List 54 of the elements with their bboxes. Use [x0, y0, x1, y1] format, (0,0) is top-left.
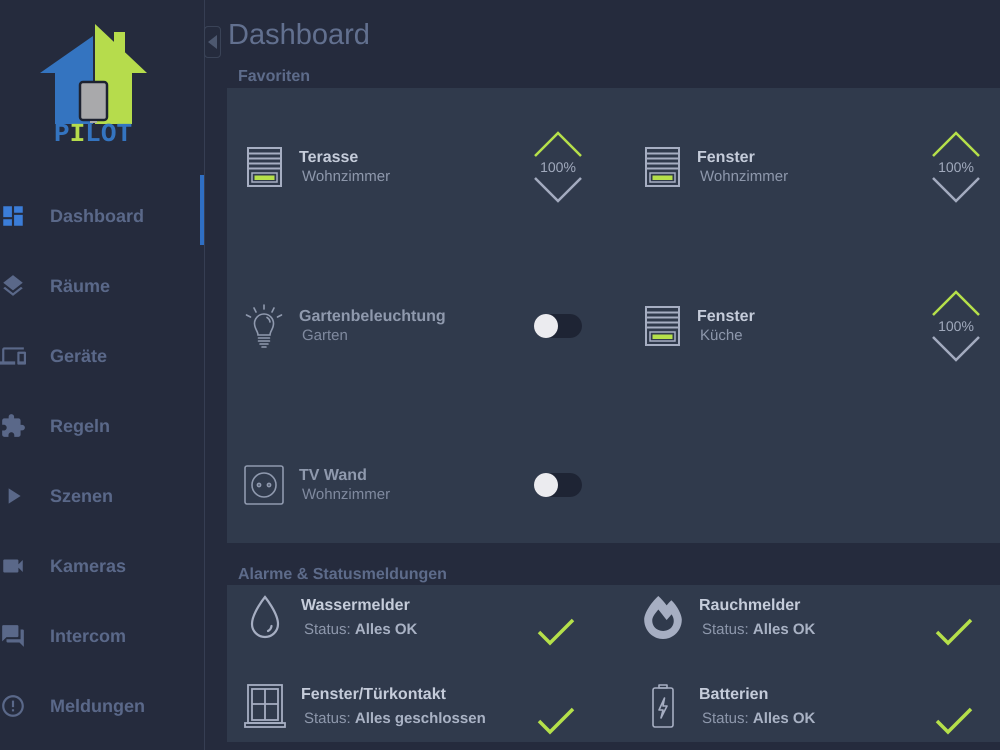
- position-reading: 100%: [938, 158, 974, 177]
- device-name: Terasse: [299, 148, 360, 167]
- device-name: Gartenbeleuchtung: [299, 307, 447, 326]
- room-name: Küche: [699, 326, 744, 345]
- page-title: Dashboard: [228, 18, 370, 52]
- device-name: TV Wand: [299, 466, 368, 485]
- nav-item[interactable]: Räume: [0, 245, 204, 315]
- room-name: Wohnzimmer: [301, 167, 392, 186]
- sensor-name: Rauchmelder: [699, 596, 802, 616]
- chevron-up-icon[interactable]: [932, 131, 980, 157]
- active-indicator: [200, 175, 204, 245]
- status-text: Status: Alles OK: [701, 709, 816, 728]
- sensor-name: Batterien: [699, 685, 770, 705]
- sensor-name: Wassermelder: [301, 596, 411, 616]
- section-title: Alarme & Statusmeldungen: [238, 566, 447, 583]
- battery-icon: [651, 684, 675, 728]
- nav-item[interactable]: Meldungen: [0, 665, 204, 735]
- chat-bubbles-icon: [0, 623, 26, 649]
- chevron-up-icon[interactable]: [534, 131, 582, 157]
- nav-item[interactable]: Kameras: [0, 525, 204, 595]
- light-bulb-icon: [245, 304, 283, 348]
- status-text: Status: Alles geschlossen: [303, 709, 487, 728]
- device-name: Fenster: [697, 307, 756, 326]
- window-blind-icon: [246, 147, 282, 187]
- room-name: Garten: [301, 326, 349, 345]
- device-name: Fenster: [697, 148, 756, 167]
- nav-item[interactable]: Dashboard: [0, 175, 204, 245]
- sensor-name: Fenster/Türkontakt: [301, 685, 447, 705]
- nav-item[interactable]: Szenen: [0, 455, 204, 525]
- puzzle-piece-icon: [0, 413, 26, 439]
- flame-icon: [644, 596, 682, 638]
- window-blind-icon: [644, 306, 680, 346]
- toggle-switch[interactable]: [534, 473, 582, 497]
- nav-item[interactable]: Geräte: [0, 315, 204, 385]
- status-text: Status: Alles OK: [303, 620, 418, 639]
- status-text: Status: Alles OK: [701, 620, 816, 639]
- chevron-down-icon[interactable]: [932, 336, 980, 362]
- room-name: Wohnzimmer: [301, 485, 392, 504]
- window-icon: [244, 684, 286, 728]
- position-reading: 100%: [540, 158, 576, 177]
- room-name: Wohnzimmer: [699, 167, 790, 186]
- water-drop-icon: [249, 595, 281, 639]
- power-socket-icon: [244, 465, 284, 505]
- nav-item[interactable]: Regeln: [0, 385, 204, 455]
- section-title: Favoriten: [238, 68, 310, 85]
- left-triangle-icon: [208, 35, 217, 49]
- position-reading: 100%: [938, 317, 974, 336]
- toggle-switch[interactable]: [534, 314, 582, 338]
- logo-text: PILOT: [54, 122, 132, 146]
- chevron-down-icon[interactable]: [534, 177, 582, 203]
- chevron-down-icon[interactable]: [932, 177, 980, 203]
- nav-item[interactable]: Intercom: [0, 595, 204, 665]
- chevron-up-icon[interactable]: [932, 290, 980, 316]
- window-blind-icon: [644, 147, 680, 187]
